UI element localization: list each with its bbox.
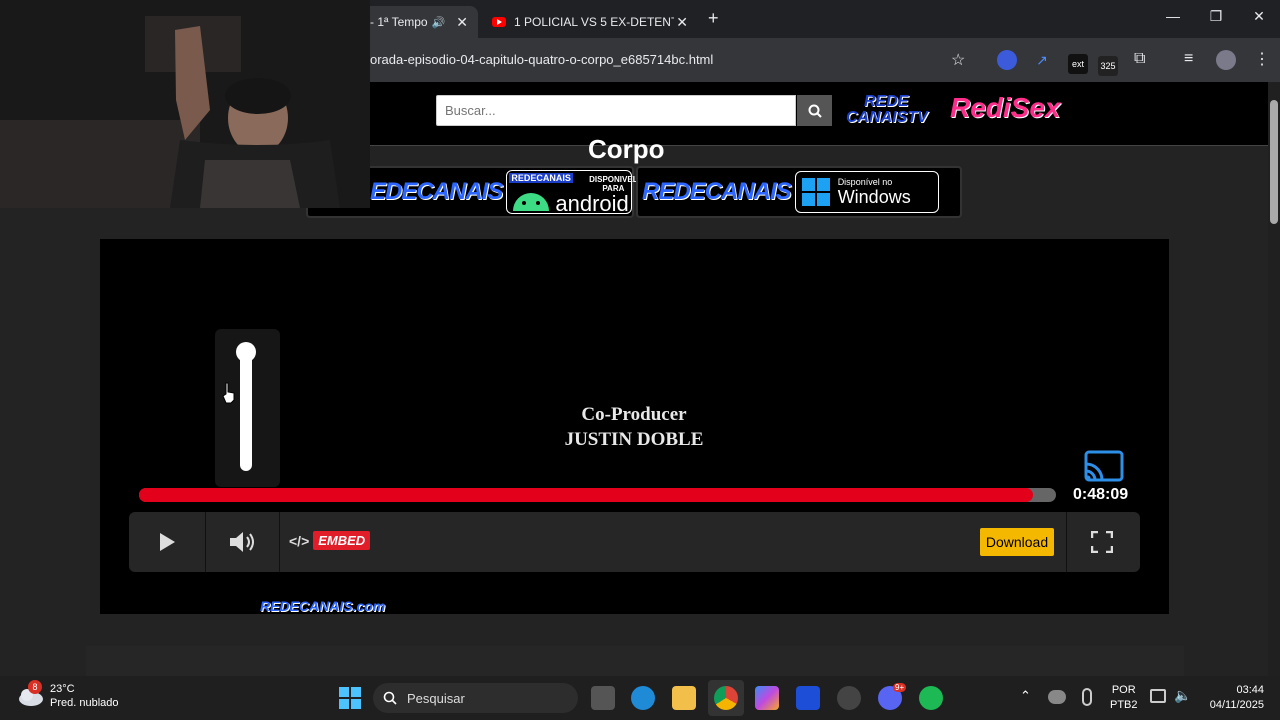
credit-name: JUSTIN DOBLE (564, 429, 704, 450)
banner-brand: REDECANAIS (642, 178, 792, 205)
volume-knob[interactable] (236, 342, 256, 362)
search-button[interactable] (797, 95, 832, 126)
close-tab-icon[interactable]: ✕ (456, 14, 468, 31)
weather-temp: 23°C (50, 683, 75, 695)
lang-top: POR (1111, 684, 1136, 696)
tab-active[interactable]: - 1ª Tempo 🔊 ✕ (360, 6, 478, 38)
extensions-puzzle-icon[interactable]: ⧉ (1134, 50, 1145, 68)
volume-button[interactable] (206, 512, 278, 572)
edge-icon[interactable] (631, 686, 655, 710)
weather-badge: 8 (28, 680, 42, 694)
chrome-icon[interactable] (714, 686, 738, 710)
volume-icon (230, 532, 254, 552)
weather-cloud-icon: 8 (16, 680, 44, 708)
volume-slider[interactable] (240, 345, 252, 471)
logo-redisex: RediSex (950, 92, 1061, 123)
fullscreen-button[interactable] (1067, 512, 1137, 572)
close-tab-icon[interactable]: ✕ (676, 14, 688, 31)
close-window-icon[interactable]: ✕ (1249, 8, 1269, 25)
windows-start-icon[interactable] (338, 686, 362, 710)
search-icon (383, 691, 397, 705)
time-display: 0:48:09 (1073, 486, 1129, 503)
tab-label: - 1ª Tempo (370, 15, 428, 29)
extension-ext-icon[interactable]: ext (1068, 54, 1088, 74)
android-badge: REDECANAIS DISPONIVEL PARA android (506, 170, 638, 216)
new-tab-button[interactable]: + (708, 8, 719, 29)
task-view-icon[interactable] (591, 686, 615, 710)
bookmark-star-icon[interactable]: ☆ (951, 50, 965, 70)
input-language[interactable]: POR PTB2 (1110, 683, 1138, 713)
badge-top: Disponível no (837, 176, 893, 187)
badge-main: Windows (837, 186, 911, 207)
bitwarden-icon[interactable] (796, 686, 820, 710)
search-input[interactable] (436, 95, 796, 126)
clock-time: 03:44 (1236, 684, 1264, 696)
badge-main: android (555, 191, 629, 216)
extension-counter-icon[interactable]: 325 (1098, 56, 1118, 76)
extension-arrow-icon[interactable]: ↗ (1032, 50, 1052, 70)
cast-icon[interactable] (1084, 450, 1124, 484)
play-button[interactable] (129, 512, 205, 572)
page-lower-section (86, 646, 1184, 676)
weather-widget[interactable]: 8 23°C Pred. nublado (16, 680, 119, 710)
tab-youtube[interactable]: 1 POLICIAL VS 5 EX-DETENTOS ✕ (482, 6, 698, 38)
windows-badge: Disponível no Windows (794, 171, 939, 213)
logo-canaistv: CANAISTV (846, 109, 928, 126)
lang-bottom: PTB2 (1110, 699, 1138, 711)
spotify-icon[interactable] (919, 686, 943, 710)
site-logo[interactable]: REDE CANAISTV RediSex (846, 92, 1061, 130)
menu-kebab-icon[interactable]: ⋮ (1254, 49, 1270, 69)
play-icon (160, 533, 175, 551)
speaker-icon: 🔊 (431, 16, 446, 29)
copilot-icon[interactable] (755, 686, 779, 710)
media-control-icon[interactable]: ≡ (1184, 50, 1193, 68)
windows-banner[interactable]: REDECANAIS Disponível no Windows (636, 166, 962, 218)
code-icon: </> (289, 532, 310, 549)
file-explorer-icon[interactable] (672, 686, 696, 710)
app-icon[interactable] (837, 686, 861, 710)
webcam-image (0, 0, 370, 208)
logo-rede: REDE (864, 93, 909, 110)
system-clock[interactable]: 03:44 04/11/2025 (1200, 683, 1264, 713)
speaker-volume-icon[interactable]: 🔈 (1174, 687, 1191, 704)
fullscreen-icon (1091, 531, 1113, 553)
search-icon (808, 104, 822, 118)
footer-logo[interactable]: REDECANAIS.com (260, 598, 385, 614)
extension-blue-icon[interactable] (997, 50, 1017, 70)
taskbar-search-label: Pesquisar (407, 690, 465, 706)
embed-button[interactable]: </> EMBED (289, 531, 371, 550)
video-frame-credits: Co-Producer JUSTIN DOBLE (480, 402, 788, 452)
youtube-icon (492, 17, 506, 27)
windows-logo-icon (801, 178, 830, 206)
download-button[interactable]: Download (980, 528, 1054, 556)
progress-fill (139, 488, 1034, 502)
scrollbar-thumb[interactable] (1270, 100, 1278, 224)
address-bar[interactable]: orada-episodio-04-capitulo-quatro-o-corp… (370, 52, 713, 67)
clock-date: 04/11/2025 (1209, 699, 1264, 711)
control-divider (279, 512, 280, 572)
android-robot-icon (513, 193, 550, 211)
minimize-icon[interactable]: — (1163, 8, 1183, 24)
profile-avatar[interactable] (1216, 50, 1236, 70)
restore-icon[interactable]: ❐ (1206, 8, 1226, 25)
microphone-icon[interactable] (1082, 688, 1092, 706)
credit-role: Co-Producer (581, 404, 687, 425)
taskbar-search[interactable]: Pesquisar (373, 683, 578, 713)
embed-label: EMBED (313, 531, 371, 550)
page-title: Corpo (588, 134, 665, 164)
tray-chevron-up-icon[interactable]: ⌃ (1020, 688, 1031, 704)
tab-label: 1 POLICIAL VS 5 EX-DETENTOS (514, 15, 674, 29)
onedrive-icon[interactable] (1048, 690, 1066, 704)
network-icon[interactable] (1150, 689, 1166, 703)
webcam-overlay (0, 0, 370, 208)
weather-desc: Pred. nublado (50, 697, 119, 709)
badge-brand: REDECANAIS (509, 173, 573, 183)
hand-cursor-icon (222, 382, 236, 409)
discord-badge: 9+ (893, 683, 907, 692)
banner-brand: EDECANAIS (370, 178, 503, 205)
